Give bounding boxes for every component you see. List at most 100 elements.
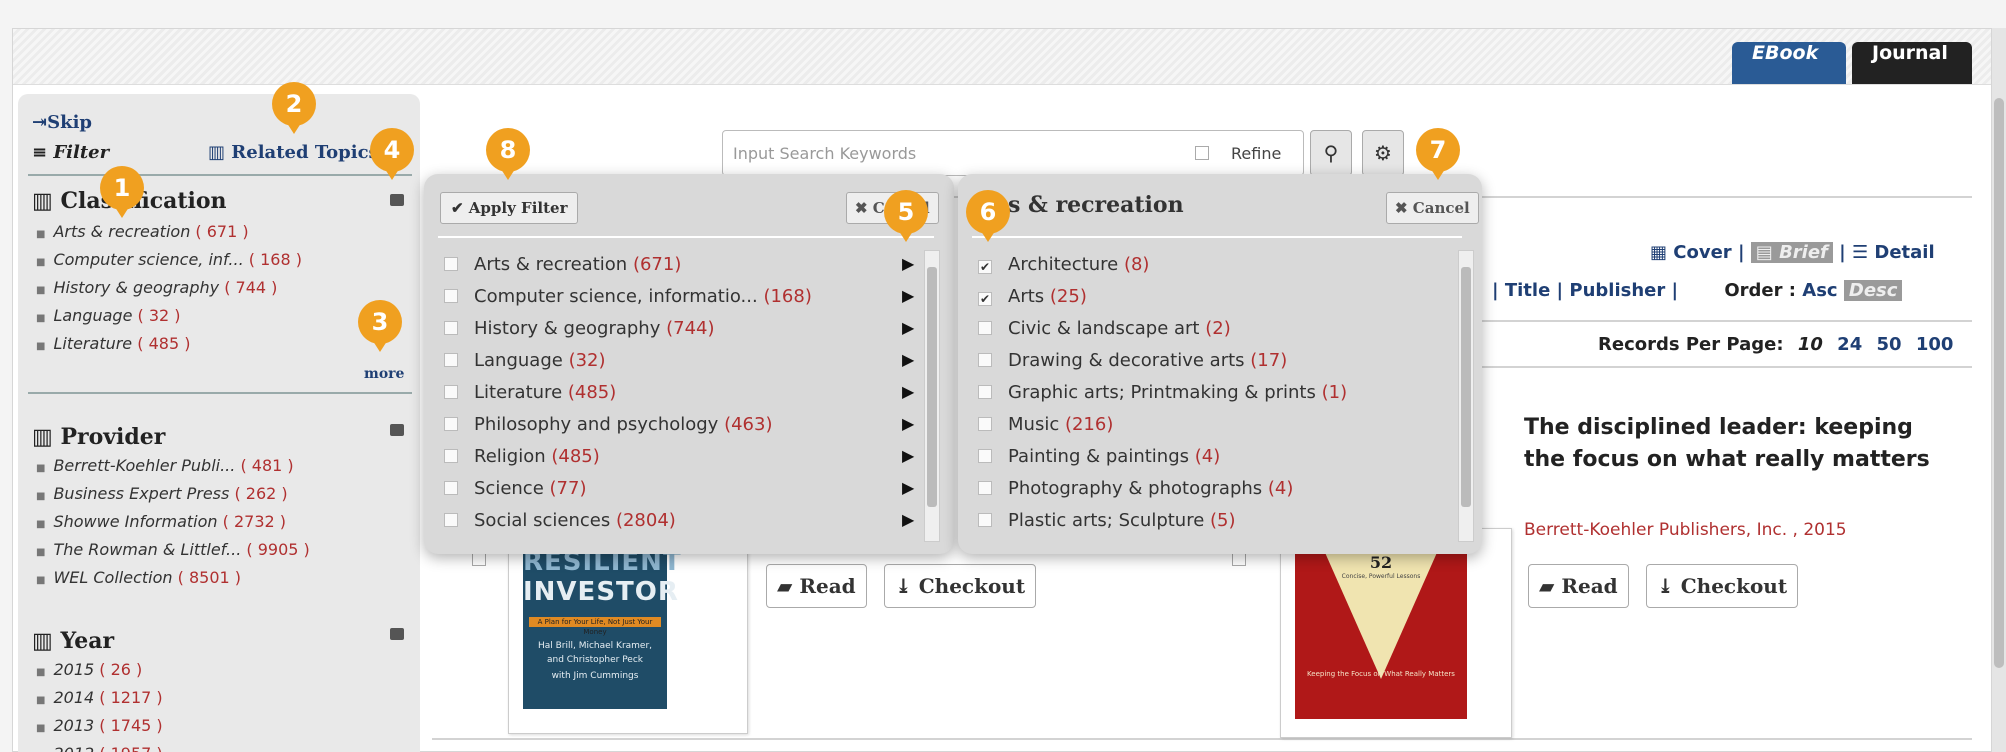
- subcategory-option[interactable]: Painting & paintings (4): [978, 446, 1220, 467]
- expand-arrow-icon[interactable]: ▶: [902, 286, 914, 305]
- filter-scrollbar[interactable]: [924, 250, 940, 542]
- brief-view-link[interactable]: ▤ Brief: [1750, 242, 1833, 263]
- tab-filter[interactable]: ≡ Filter: [32, 142, 109, 163]
- subcategory-option[interactable]: Architecture (8): [978, 254, 1149, 275]
- more-link[interactable]: more: [364, 366, 404, 382]
- provider-item[interactable]: ■ Business Expert Press ( 262 ): [36, 484, 288, 503]
- order-desc-link[interactable]: Desc: [1843, 280, 1903, 301]
- tab-journal[interactable]: Journal: [1852, 42, 1972, 84]
- option-checkbox[interactable]: [444, 449, 458, 463]
- detail-view-link[interactable]: ☰ Detail: [1852, 242, 1935, 263]
- expand-arrow-icon[interactable]: ▶: [902, 510, 914, 529]
- expand-provider-icon[interactable]: [390, 424, 404, 436]
- option-checkbox[interactable]: [444, 385, 458, 399]
- option-checkbox[interactable]: [444, 481, 458, 495]
- sort-title-link[interactable]: Title: [1505, 280, 1550, 301]
- search-button[interactable]: ⚲: [1310, 130, 1352, 176]
- filter-option[interactable]: Arts & recreation (671): [444, 254, 681, 275]
- option-checkbox[interactable]: [978, 353, 992, 367]
- cancel-button[interactable]: ✖ Cancel: [1386, 192, 1479, 224]
- apply-filter-button[interactable]: ✔ Apply Filter: [440, 192, 579, 224]
- expand-classification-icon[interactable]: [390, 194, 404, 206]
- rpp-option-10[interactable]: 10: [1798, 334, 1823, 355]
- year-item[interactable]: ■ 2013 ( 1745 ): [36, 716, 163, 735]
- provider-item[interactable]: ■ WEL Collection ( 8501 ): [36, 568, 241, 587]
- tab-ebook[interactable]: EBook: [1732, 42, 1846, 84]
- option-checkbox[interactable]: [978, 417, 992, 431]
- expand-arrow-icon[interactable]: ▶: [902, 446, 914, 465]
- checkout-button[interactable]: ⤓ Checkout: [884, 564, 1037, 608]
- expand-arrow-icon[interactable]: ▶: [902, 382, 914, 401]
- expand-arrow-icon[interactable]: ▶: [902, 254, 914, 273]
- expand-arrow-icon[interactable]: ▶: [902, 478, 914, 497]
- classification-item[interactable]: ■ Computer science, inf... ( 168 ): [36, 250, 302, 269]
- subcategory-option[interactable]: Photography & photographs (4): [978, 478, 1293, 499]
- refine-checkbox[interactable]: [1195, 146, 1209, 160]
- subcategory-option[interactable]: Plastic arts; Sculpture (5): [978, 510, 1236, 531]
- book-select-checkbox[interactable]: [1232, 552, 1246, 566]
- option-checkbox[interactable]: [978, 321, 992, 335]
- subcategory-scrollbar-thumb[interactable]: [1461, 267, 1471, 507]
- filter-scrollbar-thumb[interactable]: [927, 267, 937, 507]
- read-button[interactable]: ▰ Read: [766, 564, 867, 608]
- book-select-checkbox[interactable]: [472, 552, 486, 566]
- classification-item[interactable]: ■ Language ( 32 ): [36, 306, 181, 325]
- option-checkbox[interactable]: [444, 289, 458, 303]
- filter-option[interactable]: Science (77): [444, 478, 586, 499]
- option-checkbox[interactable]: [444, 257, 458, 271]
- option-checkbox[interactable]: [444, 321, 458, 335]
- subcategory-option[interactable]: Drawing & decorative arts (17): [978, 350, 1287, 371]
- subcategory-option[interactable]: Arts (25): [978, 286, 1087, 307]
- expand-year-icon[interactable]: [390, 628, 404, 640]
- book-cover[interactable]: RESILIENT INVESTOR A Plan for Your Life,…: [523, 539, 681, 709]
- expand-arrow-icon[interactable]: ▶: [902, 318, 914, 337]
- classification-item[interactable]: ■ History & geography ( 744 ): [36, 278, 277, 297]
- subcategory-option[interactable]: Civic & landscape art (2): [978, 318, 1231, 339]
- rpp-option-100[interactable]: 100: [1916, 334, 1954, 355]
- cover-view-link[interactable]: ▦ Cover: [1650, 242, 1732, 263]
- subcategory-option[interactable]: Graphic arts; Printmaking & prints (1): [978, 382, 1347, 403]
- expand-arrow-icon[interactable]: ▶: [902, 350, 914, 369]
- option-checkbox[interactable]: [978, 385, 992, 399]
- provider-item[interactable]: ■ The Rowman & Littlef... ( 9905 ): [36, 540, 310, 559]
- filter-option[interactable]: Social sciences (2804): [444, 510, 676, 531]
- year-item[interactable]: ■ 2015 ( 26 ): [36, 660, 142, 679]
- filter-option[interactable]: Literature (485): [444, 382, 616, 403]
- option-checkbox[interactable]: [978, 449, 992, 463]
- filter-option[interactable]: Religion (485): [444, 446, 600, 467]
- option-checkbox[interactable]: [444, 353, 458, 367]
- settings-button[interactable]: ⚙: [1362, 130, 1404, 176]
- tab-related-topics[interactable]: ▥ Related Topics: [208, 142, 379, 163]
- rpp-option-24[interactable]: 24: [1837, 334, 1862, 355]
- option-checkbox[interactable]: [978, 513, 992, 527]
- sort-publisher-link[interactable]: Publisher: [1569, 280, 1665, 301]
- option-checkbox[interactable]: [444, 513, 458, 527]
- subcategory-scrollbar[interactable]: [1458, 250, 1474, 542]
- classification-item[interactable]: ■ Literature ( 485 ): [36, 334, 190, 353]
- order-asc-link[interactable]: Asc: [1802, 280, 1837, 301]
- provider-item[interactable]: ■ Showwe Information ( 2732 ): [36, 512, 286, 531]
- provider-item[interactable]: ■ Berrett-Koehler Publi... ( 481 ): [36, 456, 294, 475]
- option-checkbox[interactable]: [978, 481, 992, 495]
- filter-option[interactable]: Computer science, informatio... (168): [444, 286, 812, 307]
- book-cover[interactable]: 52 Concise, Powerful Lessons Keeping the…: [1295, 539, 1467, 719]
- option-checkbox[interactable]: [444, 417, 458, 431]
- classification-item[interactable]: ■ Arts & recreation ( 671 ): [36, 222, 249, 241]
- book-title[interactable]: The disciplined leader: keeping the focu…: [1524, 412, 1954, 476]
- read-button[interactable]: ▰ Read: [1528, 564, 1629, 608]
- subcategory-option[interactable]: Music (216): [978, 414, 1113, 435]
- checkout-button[interactable]: ⤓ Checkout: [1646, 564, 1799, 608]
- filter-option[interactable]: Language (32): [444, 350, 606, 371]
- skip-link[interactable]: ⇥Skip: [32, 112, 92, 133]
- year-item[interactable]: ■2012 ( 1957 ): [36, 744, 163, 752]
- filter-option[interactable]: Philosophy and psychology (463): [444, 414, 772, 435]
- year-item[interactable]: ■ 2014 ( 1217 ): [36, 688, 163, 707]
- search-input[interactable]: Input Search Keywords Refine: [722, 130, 1304, 176]
- filter-option[interactable]: History & geography (744): [444, 318, 715, 339]
- expand-arrow-icon[interactable]: ▶: [902, 414, 914, 433]
- page-scrollbar[interactable]: [1992, 28, 2006, 752]
- rpp-option-50[interactable]: 50: [1877, 334, 1902, 355]
- option-checkbox-checked[interactable]: [978, 292, 992, 306]
- option-checkbox-checked[interactable]: [978, 260, 992, 274]
- page-scrollbar-thumb[interactable]: [1994, 98, 2004, 668]
